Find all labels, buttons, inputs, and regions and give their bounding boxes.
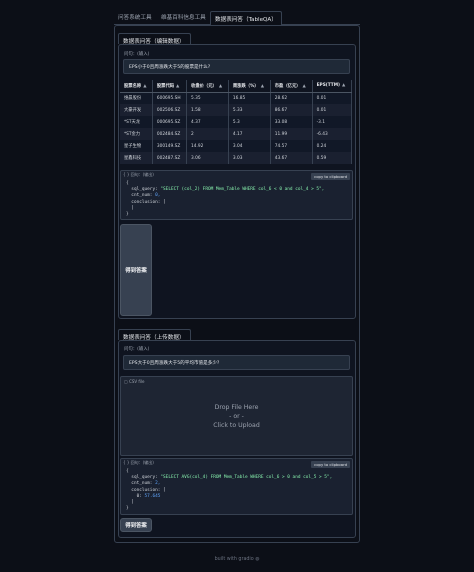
table-cell[interactable]: 4.17 [228,128,271,140]
answer-label: { } 回句：(输出) [123,172,154,177]
get-answer-button[interactable]: 得到答案 [120,224,152,316]
table-cell[interactable]: 星鑫科技 [120,152,153,164]
click-to-upload-text: Click to Upload [213,422,260,429]
drop-file-text: Drop File Here [214,404,259,411]
answer-json-output: { } 回句：(输出) copy to clipboard { sql_quer… [120,458,353,515]
table-cell[interactable]: 0.01 [312,92,353,104]
table-cell[interactable]: 000695.SZ [152,116,188,128]
table-cell[interactable]: 16.85 [228,92,271,104]
question-input[interactable]: EPS小于0且周涨跌大于5的股票是什么? [123,59,350,74]
table-cell[interactable]: 5.3 [228,116,271,128]
table-cell[interactable]: 002484.SZ [152,128,188,140]
csv-upload-area[interactable]: ▢ CSV file Drop File Here - or - Click t… [120,376,353,456]
edit-data-panel-title[interactable]: 数据表问答（编辑数据） [118,33,191,45]
table-cell[interactable]: 002506.SZ [152,104,188,116]
footer: built with gradio ◍ [0,557,474,562]
sort-icon: ▲ [176,83,180,89]
table-cell[interactable]: 维晨股份 [120,92,153,104]
gradio-logo-icon: ◍ [255,557,260,562]
table-cell[interactable]: 300149.SZ [152,140,188,152]
table-cell[interactable]: 28.62 [270,92,313,104]
table-row: 星子生物 300149.SZ 14.92 3.04 74.57 0.24 [120,140,353,152]
column-header[interactable]: 股票代码 ▲ [152,80,188,93]
table-cell[interactable]: 5.33 [228,104,271,116]
table-cell[interactable]: 5.35 [186,92,229,104]
column-header[interactable]: EPS(TTM) ▲ [312,80,353,93]
question-label: 问句：(输入) [124,52,150,57]
column-header[interactable]: 收盘价（元） ▲ [186,80,229,93]
table-cell[interactable]: -3.1 [312,116,353,128]
table-cell[interactable]: *ST金力 [120,128,153,140]
copy-button[interactable]: copy to clipboard [311,461,350,468]
table-cell[interactable]: 1.58 [186,104,229,116]
question-input[interactable]: EPS大于0且周涨跌大于5的平均市值是多少? [123,355,350,370]
table-cell[interactable]: 0.59 [312,152,353,164]
column-header[interactable]: 股票名称 ▲ [120,80,153,93]
json-content: { sql_query: "SELECT AVG(col_4) FROM Mem… [126,469,333,512]
sort-icon: ▲ [341,83,346,89]
question-label: 问句：(输入) [124,347,150,352]
table-cell[interactable]: 3.06 [186,152,229,164]
table-cell[interactable]: 星子生物 [120,140,153,152]
table-row: *ST天龙 000695.SZ 4.37 5.3 33.08 -3.1 [120,116,353,128]
table-cell[interactable]: 33.08 [270,116,313,128]
table-cell[interactable]: 4.37 [186,116,229,128]
top-tab-bar: 问答系统工具 维基百科信息工具 数据表问答（TableQA） [114,10,360,25]
table-cell[interactable]: 2 [186,128,229,140]
upload-data-panel-title[interactable]: 数据表问答（上传数据） [118,329,191,341]
table-cell[interactable]: 600695.SH [152,92,188,104]
table-cell[interactable]: -6.43 [312,128,353,140]
table-row: *ST金力 002484.SZ 2 4.17 11.99 -6.43 [120,128,353,140]
table-cell[interactable]: 3.04 [228,140,271,152]
table-cell[interactable]: 0.01 [312,104,353,116]
tab-qa-system[interactable]: 问答系统工具 [118,13,152,21]
tab-tableqa[interactable]: 数据表问答（TableQA） [210,11,282,25]
footer-text[interactable]: built with gradio [215,557,254,562]
table-cell[interactable]: 14.92 [186,140,229,152]
table-cell[interactable]: 大豪开发 [120,104,153,116]
table-row: 维晨股份 600695.SH 5.35 16.85 28.62 0.01 [120,92,353,104]
file-icon: ▢ [124,379,128,384]
table-cell[interactable]: 3.03 [228,152,271,164]
table-cell[interactable]: 002487.SZ [152,152,188,164]
json-content: { sql_query: "SELECT (col_2) FROM Mem_Ta… [126,181,325,218]
column-header[interactable]: 市盈（亿元） ▲ [270,80,313,93]
table-cell[interactable]: 11.99 [270,128,313,140]
sort-icon: ▲ [218,83,223,89]
get-answer-button[interactable]: 得到答案 [120,518,152,532]
sort-icon: ▲ [302,83,306,89]
table-row: 星鑫科技 002487.SZ 3.06 3.03 43.67 0.59 [120,152,353,164]
tab-wikipedia[interactable]: 维基百科信息工具 [161,13,206,21]
table-cell[interactable]: 43.67 [270,152,313,164]
table-row: 大豪开发 002506.SZ 1.58 5.33 86.67 0.01 [120,104,353,116]
answer-label: { } 回句：(输出) [123,460,154,465]
csv-file-label: ▢ CSV file [124,379,145,384]
table-header-row: 股票名称 ▲ 股票代码 ▲ 收盘价（元） ▲ 周涨跌（%） ▲ 市盈（亿元） ▲ EPS(… [120,80,353,93]
table-cell[interactable]: 0.24 [312,140,353,152]
sort-icon: ▲ [143,83,147,89]
table-cell[interactable]: *ST天龙 [120,116,153,128]
data-table[interactable]: 股票名称 ▲ 股票代码 ▲ 收盘价（元） ▲ 周涨跌（%） ▲ 市盈（亿元） ▲ EPS(… [120,80,353,164]
sort-icon: ▲ [260,83,264,89]
or-text: - or - [229,413,244,420]
copy-button[interactable]: copy to clipboard [311,173,350,180]
column-header[interactable]: 周涨跌（%） ▲ [228,80,271,93]
table-cell[interactable]: 86.67 [270,104,313,116]
table-cell[interactable]: 74.57 [270,140,313,152]
answer-json-output: { } 回句：(输出) copy to clipboard { sql_quer… [120,170,353,220]
